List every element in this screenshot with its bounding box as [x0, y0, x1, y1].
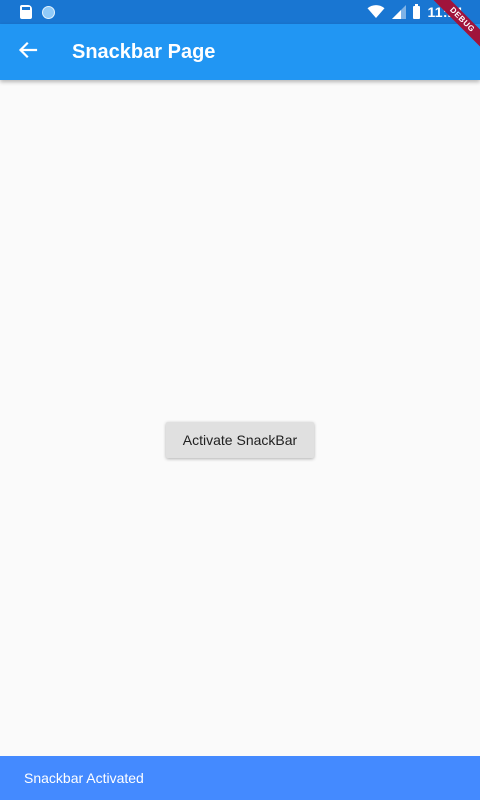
page-body: Activate SnackBar: [0, 80, 480, 756]
status-clock: 11:21: [427, 4, 464, 20]
battery-icon: [413, 3, 421, 19]
activate-snackbar-button[interactable]: Activate SnackBar: [166, 422, 314, 458]
app-bar: Snackbar Page: [0, 24, 480, 80]
cell-signal-icon: [392, 5, 407, 19]
page-title: Snackbar Page: [72, 41, 216, 63]
back-button[interactable]: [4, 28, 52, 76]
sd-card-icon: [20, 5, 32, 19]
sync-icon: [42, 5, 55, 19]
arrow-back-icon: [18, 40, 38, 65]
status-bar-left-icons: [20, 4, 55, 20]
status-bar: 11:21: [0, 0, 480, 24]
snackbar: Snackbar Activated: [0, 756, 480, 800]
wifi-icon: [367, 5, 385, 19]
snackbar-message: Snackbar Activated: [24, 770, 144, 786]
status-bar-right-icons: 11:21: [367, 3, 464, 21]
